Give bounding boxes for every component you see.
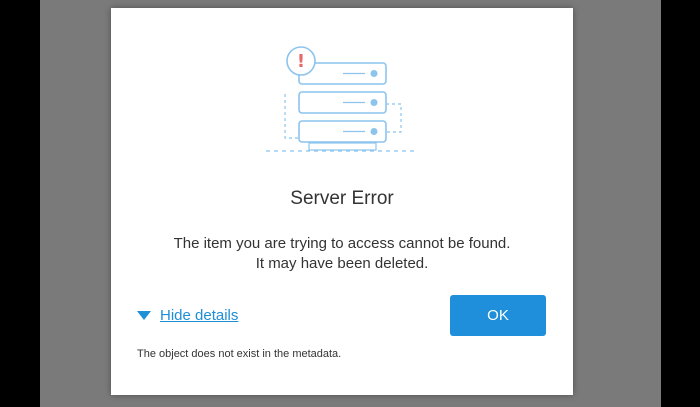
- dialog-title: Server Error: [290, 188, 394, 209]
- server-error-icon: !: [266, 46, 418, 152]
- caret-down-icon: [137, 311, 151, 320]
- error-message: The item you are trying to access cannot…: [173, 235, 511, 272]
- svg-text:!: !: [297, 51, 305, 72]
- hide-details-toggle[interactable]: Hide details: [137, 307, 238, 324]
- hide-details-link[interactable]: Hide details: [160, 307, 238, 324]
- server-error-dialog: ! Server Error The item you are trying t…: [111, 8, 573, 395]
- error-details-text: The object does not exist in the metadat…: [137, 348, 342, 360]
- ok-button[interactable]: OK: [450, 295, 546, 336]
